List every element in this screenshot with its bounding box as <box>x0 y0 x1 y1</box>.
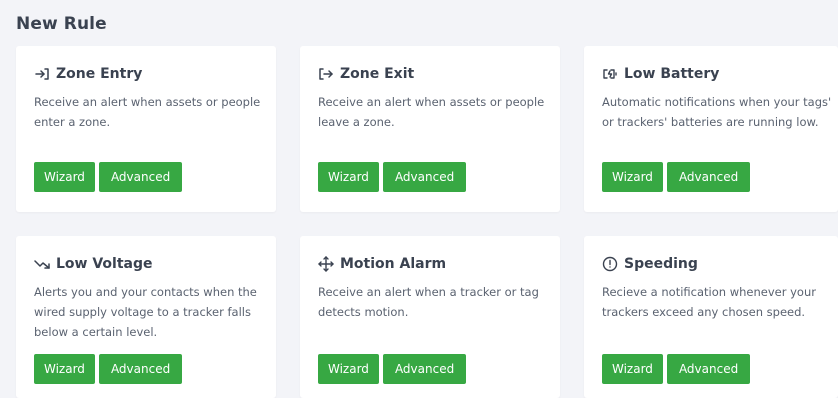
rule-card-low-voltage: Low Voltage Alerts you and your contacts… <box>16 236 276 398</box>
advanced-button[interactable]: Advanced <box>98 162 183 192</box>
advanced-button[interactable]: Advanced <box>382 354 467 384</box>
alert-circle-icon <box>602 256 618 272</box>
card-title: Low Battery <box>624 66 720 82</box>
card-title: Zone Entry <box>56 66 143 82</box>
wizard-button[interactable]: Wizard <box>34 354 95 384</box>
card-description: Automatic notifications when your tags' … <box>602 95 832 129</box>
page-title: New Rule <box>16 14 107 34</box>
trend-down-icon <box>34 256 50 272</box>
card-description: Receive an alert when assets or people e… <box>34 95 261 129</box>
card-title: Motion Alarm <box>340 256 447 272</box>
rule-card-zone-entry: Zone Entry Receive an alert when assets … <box>16 46 276 212</box>
card-description: Receive an alert when assets or people l… <box>318 95 545 129</box>
new-rule-page: New Rule Zone Entry Receive an alert whe… <box>0 0 838 398</box>
advanced-button[interactable]: Advanced <box>666 162 751 192</box>
advanced-button[interactable]: Advanced <box>666 354 751 384</box>
wizard-button[interactable]: Wizard <box>318 354 379 384</box>
advanced-button[interactable]: Advanced <box>98 354 183 384</box>
wizard-button[interactable]: Wizard <box>602 162 663 192</box>
card-title: Zone Exit <box>340 66 415 82</box>
card-title: Speeding <box>624 256 698 272</box>
rule-card-speeding: Speeding Recieve a notification whenever… <box>584 236 838 398</box>
card-description: Recieve a notification whenever your tra… <box>602 285 816 319</box>
battery-icon <box>602 66 618 82</box>
card-description: Receive an alert when a tracker or tag d… <box>318 285 539 319</box>
rule-card-zone-exit: Zone Exit Receive an alert when assets o… <box>300 46 560 212</box>
rule-card-motion-alarm: Motion Alarm Receive an alert when a tra… <box>300 236 560 398</box>
wizard-button[interactable]: Wizard <box>318 162 379 192</box>
zone-exit-icon <box>318 66 334 82</box>
wizard-button[interactable]: Wizard <box>34 162 95 192</box>
card-description: Alerts you and your contacts when the wi… <box>34 285 257 339</box>
rule-card-low-battery: Low Battery Automatic notifications when… <box>584 46 838 212</box>
advanced-button[interactable]: Advanced <box>382 162 467 192</box>
wizard-button[interactable]: Wizard <box>602 354 663 384</box>
move-icon <box>318 256 334 272</box>
card-title: Low Voltage <box>56 256 153 272</box>
zone-entry-icon <box>34 66 50 82</box>
